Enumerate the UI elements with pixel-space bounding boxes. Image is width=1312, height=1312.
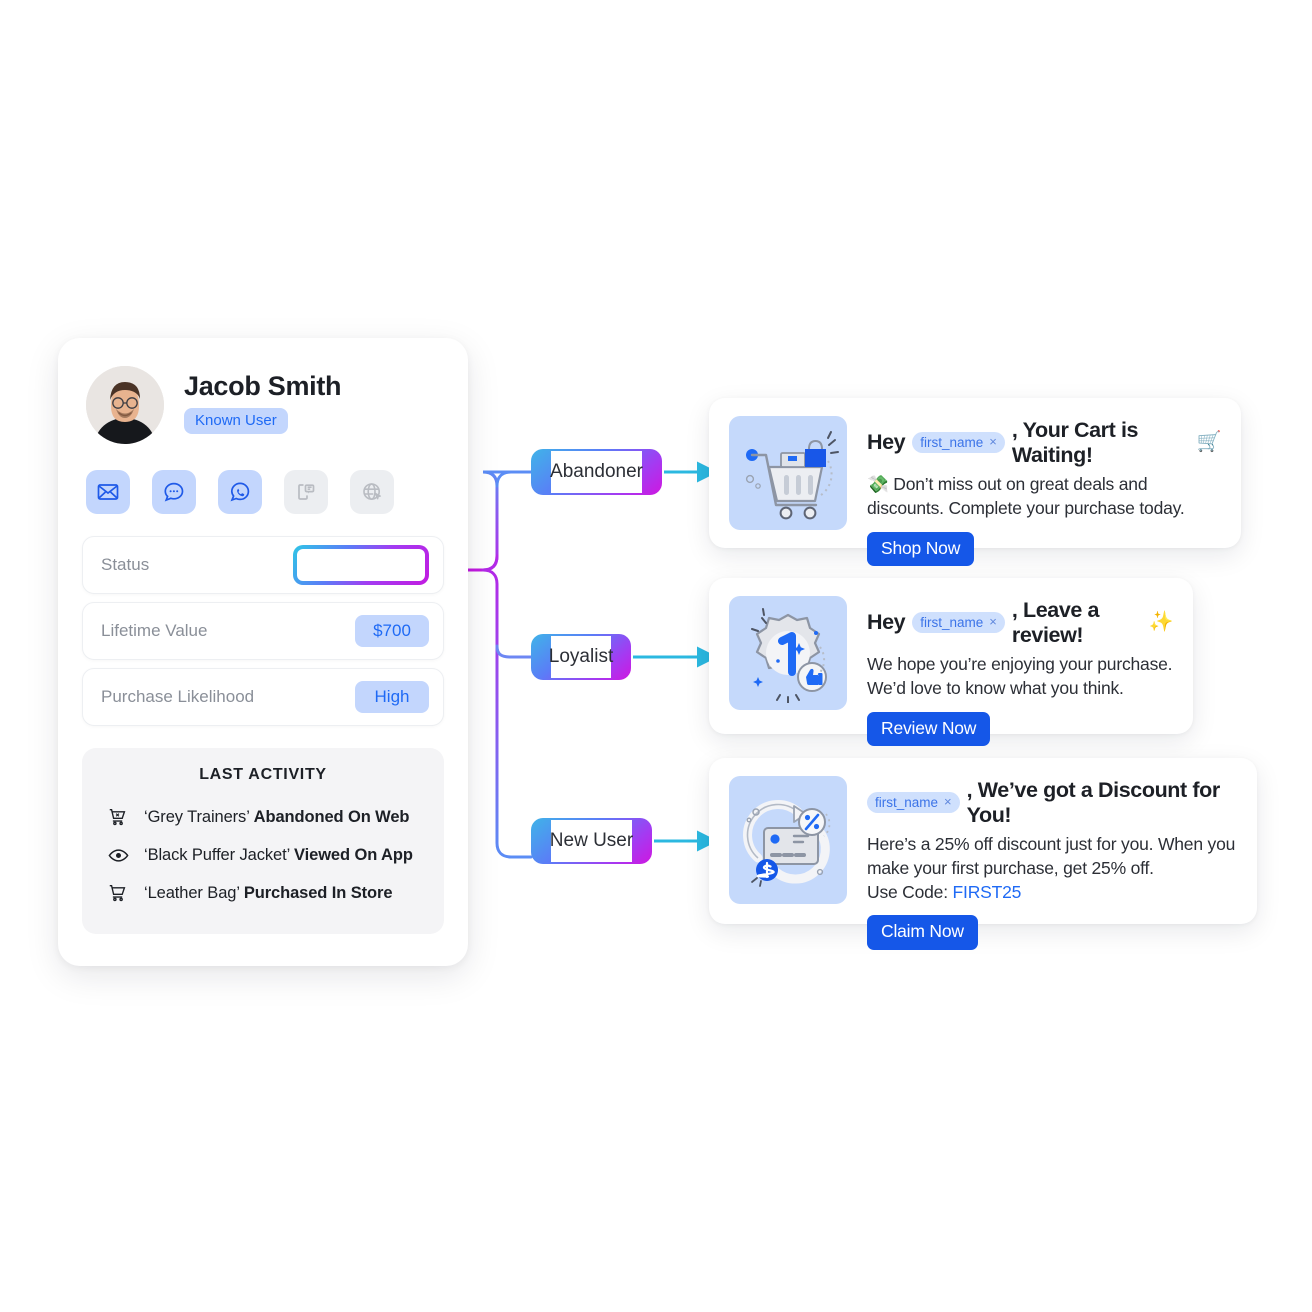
activity-text: ‘Leather Bag’ Purchased In Store bbox=[144, 883, 393, 902]
review-badge-illustration bbox=[729, 596, 847, 710]
user-profile-card: Jacob Smith Known User Status Lifetime V… bbox=[58, 338, 468, 966]
message-card-new-user: first_name × , We’ve got a Discount for … bbox=[709, 758, 1257, 950]
title-suffix: , Your Cart is Waiting! bbox=[1011, 418, 1139, 467]
attribute-row-lifetime-value: Lifetime Value $700 bbox=[82, 602, 444, 660]
attribute-rows: Status Lifetime Value $700 Purchase Like… bbox=[58, 514, 468, 726]
message-body: first_name × , We’ve got a Discount for … bbox=[867, 776, 1237, 950]
personalization-token-first-name[interactable]: first_name × bbox=[912, 431, 1005, 454]
message-text-line1: Here’s a 25% off discount just for you. … bbox=[867, 834, 1236, 879]
list-item: ‘Black Puffer Jacket’ Viewed On App bbox=[102, 836, 424, 874]
activity-text: ‘Black Puffer Jacket’ Viewed On App bbox=[144, 845, 413, 864]
list-item: ‘Leather Bag’ Purchased In Store bbox=[102, 874, 424, 912]
row-label: Status bbox=[101, 555, 150, 574]
segment-pill-abandoner[interactable]: Abandoner bbox=[531, 449, 662, 495]
attribute-row-purchase-likelihood: Purchase Likelihood High bbox=[82, 668, 444, 726]
title-prefix: Hey bbox=[867, 610, 906, 635]
token-remove-icon[interactable]: × bbox=[989, 614, 997, 630]
last-activity-title: LAST ACTIVITY bbox=[199, 766, 327, 783]
title-prefix: Hey bbox=[867, 430, 906, 455]
user-photo-icon bbox=[86, 366, 164, 444]
last-activity-panel: LAST ACTIVITY ‘Grey Trainers’ Abandoned … bbox=[82, 748, 444, 934]
activity-text: ‘Grey Trainers’ Abandoned On Web bbox=[144, 807, 410, 826]
eye-icon bbox=[106, 843, 130, 867]
sms-chat-channel-icon[interactable] bbox=[152, 470, 196, 514]
token-label: first_name bbox=[875, 794, 939, 810]
sparkles-emoji: ✨ bbox=[1148, 611, 1173, 634]
row-label: Purchase Likelihood bbox=[101, 687, 255, 706]
message-title: Hey first_name × , Leave a review! ✨ bbox=[867, 598, 1173, 647]
status-badge: Known User bbox=[184, 407, 288, 434]
personalization-token-first-name[interactable]: first_name × bbox=[867, 791, 960, 814]
cart-icon bbox=[106, 881, 130, 905]
profile-header: Jacob Smith Known User bbox=[58, 338, 468, 444]
message-text: We hope you’re enjoying your purchase. W… bbox=[867, 654, 1173, 699]
attribute-row-status: Status bbox=[82, 536, 444, 594]
email-channel-icon[interactable] bbox=[86, 470, 130, 514]
message-body: Hey first_name × , Your Cart is Waiting!… bbox=[867, 416, 1221, 567]
segment-pill-new-user[interactable]: New User bbox=[531, 818, 652, 864]
message-body: Hey first_name × , Leave a review! ✨ We … bbox=[867, 596, 1173, 747]
title-suffix: , We’ve got a Discount for You! bbox=[966, 778, 1221, 827]
cart-remove-icon bbox=[106, 805, 130, 829]
in-app-message-channel-icon[interactable] bbox=[284, 470, 328, 514]
claim-now-button[interactable]: Claim Now bbox=[867, 915, 978, 950]
personalization-token-first-name[interactable]: first_name × bbox=[912, 611, 1005, 634]
token-label: first_name bbox=[920, 614, 984, 630]
whatsapp-channel-icon[interactable] bbox=[218, 470, 262, 514]
message-title: first_name × , We’ve got a Discount for … bbox=[867, 778, 1237, 827]
avatar bbox=[86, 366, 164, 444]
message-title: Hey first_name × , Your Cart is Waiting!… bbox=[867, 418, 1221, 467]
title-suffix: , Leave a review! bbox=[1011, 598, 1100, 647]
web-push-channel-icon[interactable] bbox=[350, 470, 394, 514]
page-title: Jacob Smith bbox=[184, 371, 342, 402]
row-value: High bbox=[355, 681, 429, 713]
token-remove-icon[interactable]: × bbox=[989, 434, 997, 450]
promo-code: FIRST25 bbox=[952, 881, 1022, 902]
shopping-cart-emoji: 🛒 bbox=[1196, 431, 1221, 454]
message-card-abandoner: Hey first_name × , Your Cart is Waiting!… bbox=[709, 398, 1241, 567]
row-label: Lifetime Value bbox=[101, 621, 208, 640]
row-value: $700 bbox=[355, 615, 429, 647]
diagram-canvas: Jacob Smith Known User Status Lifetime V… bbox=[0, 0, 1312, 1312]
status-input[interactable] bbox=[293, 545, 429, 585]
review-now-button[interactable]: Review Now bbox=[867, 711, 991, 747]
channel-icon-row bbox=[58, 444, 468, 514]
message-text: 💸 Don’t miss out on great deals and disc… bbox=[867, 474, 1185, 519]
shopping-cart-illustration bbox=[729, 416, 847, 530]
use-code-label: Use Code: bbox=[867, 881, 953, 902]
discount-card-illustration bbox=[729, 776, 847, 904]
segment-pill-loyalist[interactable]: Loyalist bbox=[531, 634, 631, 680]
list-item: ‘Grey Trainers’ Abandoned On Web bbox=[102, 798, 424, 836]
token-remove-icon[interactable]: × bbox=[944, 794, 952, 810]
message-card-loyalist: Hey first_name × , Leave a review! ✨ We … bbox=[709, 578, 1193, 747]
token-label: first_name bbox=[920, 434, 984, 450]
shop-now-button[interactable]: Shop Now bbox=[867, 531, 975, 567]
message-text: Here’s a 25% off discount just for you. … bbox=[867, 833, 1237, 904]
